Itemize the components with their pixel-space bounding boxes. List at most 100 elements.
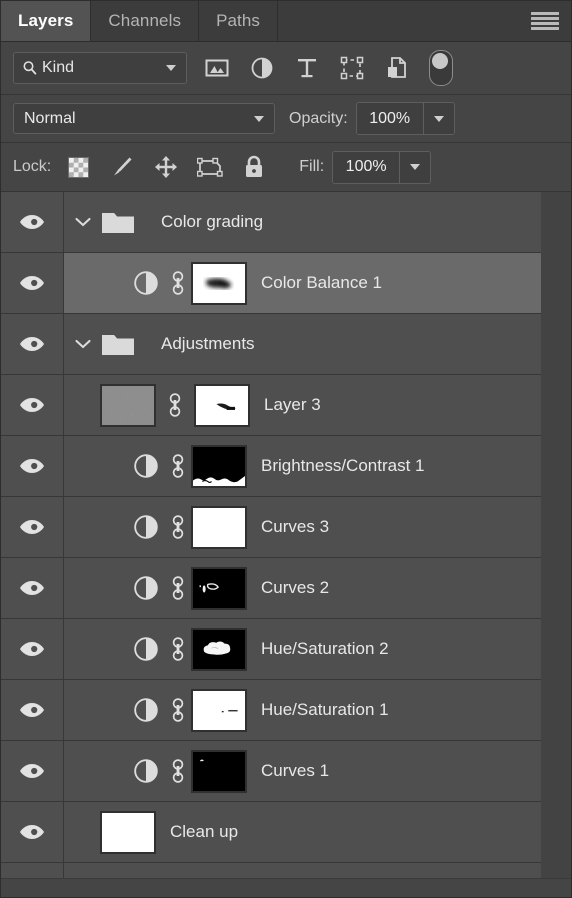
layer-name: Curves 3 — [261, 517, 330, 536]
eye-icon — [20, 337, 44, 351]
visibility-toggle[interactable] — [1, 192, 64, 252]
layer-mask-thumbnail[interactable] — [191, 688, 247, 732]
visibility-toggle[interactable] — [1, 863, 64, 878]
blend-mode-row: Normal Opacity: 100% — [1, 95, 571, 143]
visibility-toggle[interactable] — [1, 558, 64, 618]
layer-row-background[interactable]: Background — [1, 863, 541, 878]
chevron-down-icon — [166, 65, 176, 71]
tab-paths[interactable]: Paths — [199, 1, 279, 41]
shape-layer-filter-icon[interactable] — [337, 53, 367, 83]
layer-row-clean-up[interactable]: Clean up — [1, 802, 541, 863]
layer-mask-link-icon[interactable] — [165, 697, 191, 723]
chevron-down-icon — [433, 115, 444, 122]
chevron-down-icon — [410, 164, 421, 170]
tab-layers[interactable]: Layers — [1, 1, 92, 41]
eye-icon — [20, 581, 44, 595]
layer-row-body: Hue/Saturation 1 — [64, 680, 541, 740]
layer-name: Brightness/Contrast 1 — [261, 456, 425, 475]
layer-row-hue-saturation-2[interactable]: Hue/Saturation 2 — [1, 619, 541, 680]
layer-mask-link-icon[interactable] — [165, 514, 191, 540]
hamburger-menu-icon[interactable] — [531, 12, 559, 30]
lock-all-icon[interactable] — [241, 154, 267, 180]
tab-layers-label: Layers — [18, 11, 74, 30]
layer-row-curves-3[interactable]: Curves 3 — [1, 497, 541, 558]
panel-bottom-bar — [1, 878, 571, 893]
adjustment-layer-icon[interactable] — [129, 575, 163, 601]
adjustment-layer-icon[interactable] — [129, 514, 163, 540]
layer-mask-thumbnail[interactable] — [194, 383, 250, 427]
layer-row-curves-1[interactable]: Curves 1 — [1, 741, 541, 802]
opacity-stepper[interactable] — [422, 103, 454, 134]
layer-mask-thumbnail[interactable] — [191, 566, 247, 610]
layer-mask-link-icon[interactable] — [165, 636, 191, 662]
visibility-toggle[interactable] — [1, 436, 64, 496]
layer-row-color-balance-1[interactable]: Color Balance 1 — [1, 253, 541, 314]
visibility-toggle[interactable] — [1, 314, 64, 374]
layer-thumbnail[interactable] — [100, 810, 156, 854]
type-layer-filter-icon[interactable] — [292, 53, 322, 83]
visibility-toggle[interactable] — [1, 680, 64, 740]
eye-icon — [20, 276, 44, 290]
layer-list[interactable]: Color grading Color Balance 1 Adjustment… — [1, 192, 571, 878]
filter-toggle-switch[interactable] — [429, 50, 453, 86]
visibility-toggle[interactable] — [1, 497, 64, 557]
adjustment-layer-icon[interactable] — [129, 758, 163, 784]
layer-mask-thumbnail[interactable] — [191, 749, 247, 793]
layer-name: Color grading — [161, 212, 264, 231]
lock-artboard-nesting-icon[interactable] — [197, 154, 223, 180]
adjustment-layer-icon[interactable] — [129, 697, 163, 723]
adjustment-layer-icon[interactable] — [129, 270, 163, 296]
folder-icon — [101, 209, 135, 235]
layer-row-layer-3[interactable]: Layer 3 — [1, 375, 541, 436]
group-expand-chevron-down-icon[interactable] — [74, 336, 91, 353]
fill-field[interactable]: 100% — [332, 150, 432, 184]
layer-mask-thumbnail[interactable] — [191, 444, 247, 488]
layer-row-brightness-contrast-1[interactable]: Brightness/Contrast 1 — [1, 436, 541, 497]
layer-name: Curves 1 — [261, 761, 330, 780]
visibility-toggle[interactable] — [1, 253, 64, 313]
visibility-toggle[interactable] — [1, 619, 64, 679]
lock-position-icon[interactable] — [153, 154, 179, 180]
layer-name: Hue/Saturation 2 — [261, 639, 389, 658]
layer-mask-link-icon[interactable] — [165, 575, 191, 601]
layer-row-body: Background — [64, 863, 541, 878]
blend-mode-dropdown[interactable]: Normal — [13, 103, 275, 134]
layer-row-body: Color grading — [64, 192, 541, 252]
tab-channels-label: Channels — [108, 11, 182, 30]
layer-row-adjustments[interactable]: Adjustments — [1, 314, 541, 375]
layer-thumbnail[interactable] — [100, 383, 156, 427]
lock-image-pixels-icon[interactable] — [109, 154, 135, 180]
layer-list-scrollbar[interactable] — [540, 192, 571, 878]
layer-mask-link-icon[interactable] — [165, 453, 191, 479]
opacity-field[interactable]: 100% — [355, 102, 455, 135]
fill-value[interactable]: 100% — [333, 151, 400, 183]
panel-tab-bar: Layers Channels Paths — [1, 1, 571, 42]
opacity-value[interactable]: 100% — [356, 103, 423, 134]
visibility-toggle[interactable] — [1, 375, 64, 435]
layer-name: Hue/Saturation 1 — [261, 700, 389, 719]
group-expand-chevron-down-icon[interactable] — [74, 214, 91, 231]
layer-mask-link-icon[interactable] — [165, 270, 191, 296]
adjustment-layer-filter-icon[interactable] — [247, 53, 277, 83]
visibility-toggle[interactable] — [1, 741, 64, 801]
layer-row-body: Layer 3 — [64, 375, 541, 435]
adjustment-layer-icon[interactable] — [129, 636, 163, 662]
smart-object-filter-icon[interactable] — [382, 53, 412, 83]
fill-stepper[interactable] — [399, 151, 431, 183]
layer-mask-thumbnail[interactable] — [191, 261, 247, 305]
layer-row-body: Hue/Saturation 2 — [64, 619, 541, 679]
layer-mask-thumbnail[interactable] — [191, 505, 247, 549]
layer-mask-thumbnail[interactable] — [191, 627, 247, 671]
layer-row-curves-2[interactable]: Curves 2 — [1, 558, 541, 619]
search-icon — [23, 61, 37, 75]
filter-kind-dropdown[interactable]: Kind — [13, 52, 187, 84]
lock-transparent-pixels-icon[interactable] — [65, 154, 91, 180]
visibility-toggle[interactable] — [1, 802, 64, 862]
layer-row-color-grading[interactable]: Color grading — [1, 192, 541, 253]
pixel-layer-filter-icon[interactable] — [202, 53, 232, 83]
layer-mask-link-icon[interactable] — [162, 392, 188, 418]
adjustment-layer-icon[interactable] — [129, 453, 163, 479]
tab-channels[interactable]: Channels — [91, 1, 200, 41]
layer-row-hue-saturation-1[interactable]: Hue/Saturation 1 — [1, 680, 541, 741]
layer-mask-link-icon[interactable] — [165, 758, 191, 784]
